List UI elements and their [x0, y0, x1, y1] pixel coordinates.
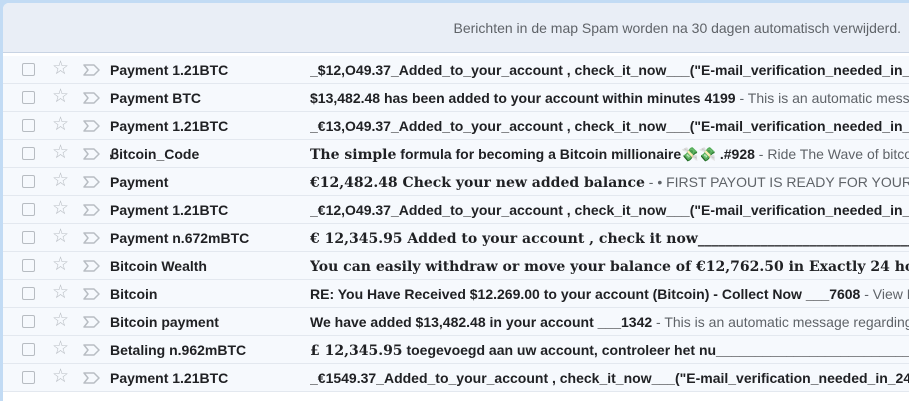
select-checkbox[interactable]	[22, 259, 35, 272]
email-content: €12,482.48 Check your new added balance …	[310, 174, 909, 191]
star-icon[interactable]: ☆	[52, 227, 69, 247]
star-icon[interactable]: ☆	[52, 59, 69, 79]
sender-name: Payment	[110, 174, 169, 190]
email-subject-serif: € 12,345.95 Added to your account , chec…	[310, 231, 909, 247]
email-subject: _€12,O49.37_Added_to_your_account , chec…	[310, 202, 909, 218]
email-snippet: - • FIRST PAYOUT IS READY FOR YOUR CONFI…	[648, 174, 909, 190]
star-icon[interactable]: ☆	[52, 311, 69, 331]
importance-marker-icon[interactable]	[83, 288, 101, 300]
select-checkbox[interactable]	[22, 231, 35, 244]
sender-name: Bitcoin	[110, 286, 158, 302]
email-content: The simple formula for becoming a Bitcoi…	[310, 146, 909, 163]
email-subject: _$12,O49.37_Added_to_your_account , chec…	[310, 62, 909, 78]
email-content: You can easily withdraw or move your bal…	[310, 258, 909, 275]
star-icon[interactable]: ☆	[52, 143, 69, 163]
importance-marker-icon[interactable]	[83, 372, 101, 384]
select-checkbox[interactable]	[22, 287, 35, 300]
email-subject: _€1549.37_Added_to_your_account , check_…	[310, 370, 909, 386]
importance-marker-icon[interactable]	[83, 148, 101, 160]
email-list: ☆ Payment 1.21BTC _$12,O49.37_Added_to_y…	[3, 56, 909, 392]
select-checkbox[interactable]	[22, 147, 35, 160]
email-content: _€1549.37_Added_to_your_account , check_…	[310, 370, 909, 386]
sender-name: Payment 1.21BTC	[110, 370, 229, 386]
star-icon[interactable]: ☆	[52, 87, 69, 107]
sender-name: Payment 1.21BTC	[110, 118, 229, 134]
select-checkbox[interactable]	[22, 119, 35, 132]
email-row[interactable]: ☆ Bitcoin RE: You Have Received $12.269.…	[3, 280, 909, 308]
star-icon[interactable]: ☆	[52, 115, 69, 135]
star-icon[interactable]: ☆	[52, 255, 69, 275]
spam-info-text: Berichten in de map Spam worden na 30 da…	[453, 20, 901, 36]
email-snippet: - Ride The Wave of bitcoin	[754, 146, 909, 162]
sender-name: Payment BTC	[110, 90, 202, 106]
star-icon[interactable]: ☆	[52, 339, 69, 359]
email-content: $13,482.48 has been added to your accoun…	[310, 90, 909, 106]
email-subject: We have added $13,482.48 in your account…	[310, 314, 653, 330]
importance-marker-icon[interactable]	[83, 344, 101, 356]
sender-name: Ᏸitcoin_Code	[110, 146, 200, 162]
email-content: € 12,345.95 Added to your account , chec…	[310, 230, 909, 247]
sender-name: Bitcoin payment	[110, 314, 219, 330]
email-row[interactable]: ☆ Payment 1.21BTC _$12,O49.37_Added_to_y…	[3, 56, 909, 84]
email-row[interactable]: ☆ Payment 1.21BTC _€12,O49.37_Added_to_y…	[3, 196, 909, 224]
email-row[interactable]: ☆ Bitcoin Wealth You can easily withdraw…	[3, 252, 909, 280]
email-row[interactable]: ☆ Betaling n.962mBTC £ 12,345.95 toegevo…	[3, 336, 909, 364]
select-checkbox[interactable]	[22, 371, 35, 384]
email-subject-serif: The simple	[310, 147, 397, 163]
select-checkbox[interactable]	[22, 91, 35, 104]
star-icon[interactable]: ☆	[52, 199, 69, 219]
email-content: £ 12,345.95 toegevoegd aan uw account, c…	[310, 342, 909, 359]
email-snippet: - This is an automatic message regarding	[652, 314, 909, 330]
sender-name: Payment n.672mBTC	[110, 230, 250, 246]
email-subject: RE: You Have Received $12.269.00 to your…	[310, 286, 861, 302]
email-row[interactable]: ☆ Payment 1.21BTC _€1549.37_Added_to_you…	[3, 364, 909, 392]
email-content: _€13,O49.37_Added_to_your_account , chec…	[310, 118, 909, 134]
star-icon[interactable]: ☆	[52, 367, 69, 387]
email-subject-serif: €12,482.48 Check your new added balance	[310, 175, 645, 191]
spam-info-banner: Berichten in de map Spam worden na 30 da…	[3, 3, 909, 53]
importance-marker-icon[interactable]	[83, 260, 101, 272]
email-subject: toegevoegd aan uw account, controleer he…	[402, 342, 909, 358]
email-row[interactable]: ☆ Payment n.672mBTC € 12,345.95 Added to…	[3, 224, 909, 252]
importance-marker-icon[interactable]	[83, 92, 101, 104]
email-content: _$12,O49.37_Added_to_your_account , chec…	[310, 62, 909, 78]
spam-folder-panel: Berichten in de map Spam worden na 30 da…	[3, 3, 909, 401]
select-checkbox[interactable]	[22, 203, 35, 216]
sender-name: Payment 1.21BTC	[110, 202, 229, 218]
email-row[interactable]: ☆ Payment BTC $13,482.48 has been added …	[3, 84, 909, 112]
email-snippet: - View Details	[864, 286, 909, 302]
email-row[interactable]: ☆ Ᏸitcoin_Code The simple formula for be…	[3, 140, 909, 168]
email-content: _€12,O49.37_Added_to_your_account , chec…	[310, 202, 909, 218]
importance-marker-icon[interactable]	[83, 64, 101, 76]
sender-name: Bitcoin Wealth	[110, 258, 207, 274]
email-content: RE: You Have Received $12.269.00 to your…	[310, 286, 909, 302]
importance-marker-icon[interactable]	[83, 120, 101, 132]
select-checkbox[interactable]	[22, 343, 35, 356]
select-checkbox[interactable]	[22, 315, 35, 328]
email-subject: _€13,O49.37_Added_to_your_account , chec…	[310, 118, 909, 134]
email-snippet: - This is an automatic message	[739, 90, 909, 106]
email-row[interactable]: ☆ Bitcoin payment We have added $13,482.…	[3, 308, 909, 336]
email-subject-serif: £ 12,345.95	[310, 343, 403, 359]
email-row[interactable]: ☆ Payment €12,482.48 Check your new adde…	[3, 168, 909, 196]
importance-marker-icon[interactable]	[83, 232, 101, 244]
sender-name: Betaling n.962mBTC	[110, 342, 247, 358]
importance-marker-icon[interactable]	[83, 316, 101, 328]
email-content: We have added $13,482.48 in your account…	[310, 314, 909, 330]
star-icon[interactable]: ☆	[52, 171, 69, 191]
select-checkbox[interactable]	[22, 175, 35, 188]
email-subject-serif: You can easily withdraw or move your bal…	[310, 259, 909, 275]
sender-name: Payment 1.21BTC	[110, 62, 229, 78]
star-icon[interactable]: ☆	[52, 283, 69, 303]
email-subject: $13,482.48 has been added to your accoun…	[310, 90, 736, 106]
email-subject: formula for becoming a Bitcoin millionai…	[396, 146, 755, 162]
importance-marker-icon[interactable]	[83, 204, 101, 216]
importance-marker-icon[interactable]	[83, 176, 101, 188]
select-checkbox[interactable]	[22, 63, 35, 76]
email-row[interactable]: ☆ Payment 1.21BTC _€13,O49.37_Added_to_y…	[3, 112, 909, 140]
